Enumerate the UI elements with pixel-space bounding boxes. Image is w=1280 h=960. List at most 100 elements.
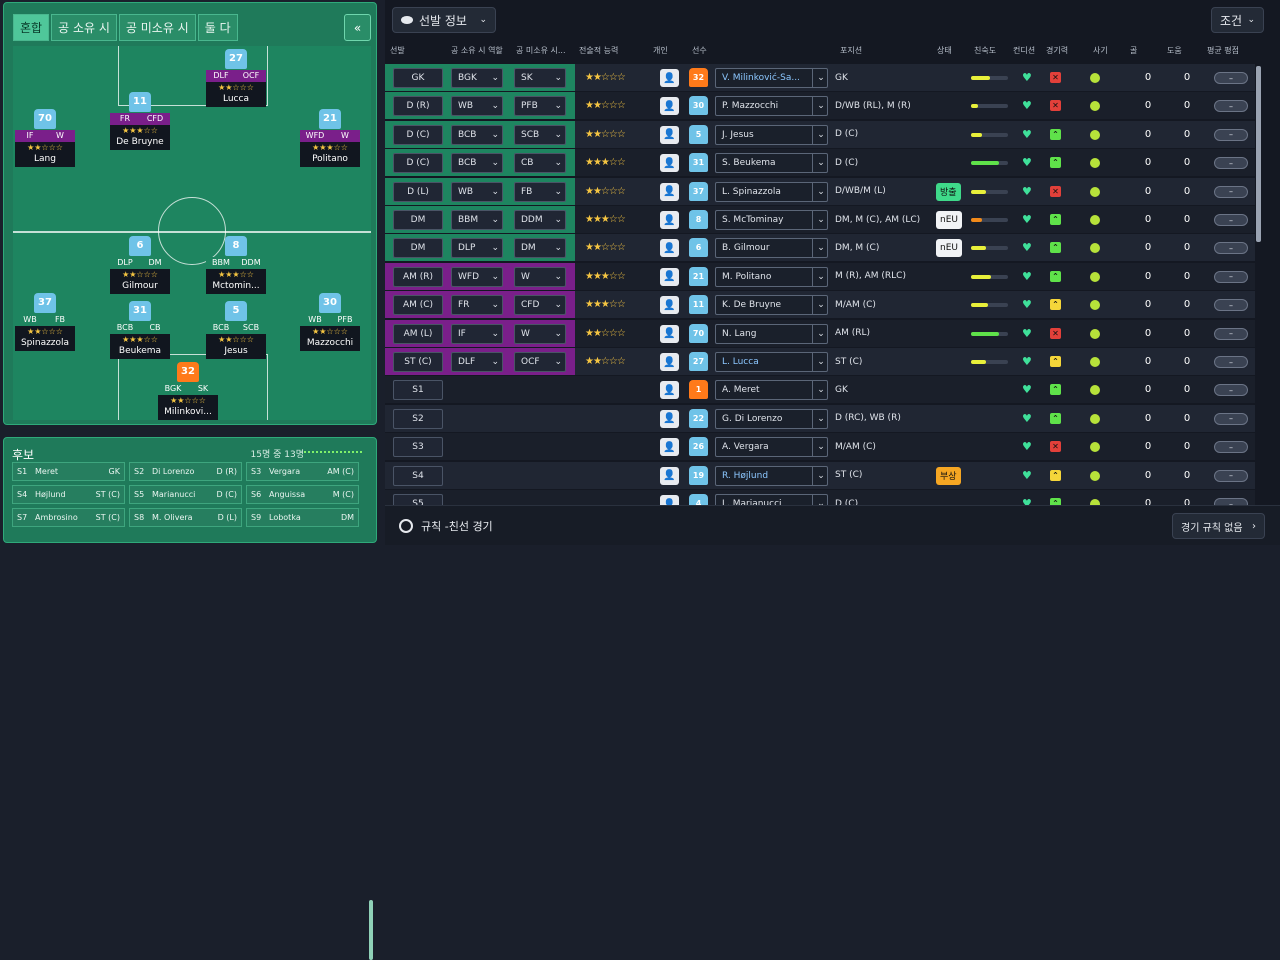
pitch-player[interactable]: 37 WB FB ★★☆☆☆ Spinazzola [15, 293, 75, 351]
lineup-row[interactable]: D (R) WB ⌄ PFB ⌄ ★★☆☆☆ 👤 30 P. Mazzocchi ⌄ D/WB (R… [385, 92, 1255, 120]
ip-role-dropdown[interactable]: DLP ⌄ [451, 238, 503, 259]
person-icon[interactable]: 👤 [660, 182, 679, 201]
oop-role-dropdown[interactable]: CB ⌄ [514, 153, 566, 174]
sub-slot[interactable]: S9 Lobotka DM [246, 508, 359, 527]
lineup-row[interactable]: DM DLP ⌄ DM ⌄ ★★☆☆☆ 👤 6 B. Gilmour ⌄ DM, M (C) nEU ♥… [385, 234, 1255, 262]
lineup-row[interactable]: S1 👤 1 A. Meret ⌄ GK ♥ ⌃ 0 0 – [385, 376, 1255, 404]
ip-role-dropdown[interactable]: BGK ⌄ [451, 68, 503, 88]
subs-scrollbar[interactable] [369, 900, 373, 960]
ip-role-dropdown[interactable]: WFD ⌄ [451, 266, 503, 287]
lineup-row[interactable]: AM (L) IF ⌄ W ⌄ ★★☆☆☆ 👤 70 N. Lang ⌄ AM (RL) ♥ ✕ 0 0– [385, 319, 1255, 347]
lineup-row[interactable]: ST (C) DLF ⌄ OCF ⌄ ★★☆☆☆ 👤 27 L. Lucca ⌄ ST (C) ♥ ⌃ 0… [385, 348, 1255, 375]
slot-button[interactable]: D (C) [393, 153, 443, 174]
chevron-down-icon[interactable]: ⌄ [812, 181, 829, 202]
oop-role-dropdown[interactable]: OCF ⌄ [514, 352, 566, 372]
slot-button[interactable]: ST (C) [393, 352, 443, 372]
person-icon[interactable]: 👤 [660, 211, 679, 229]
slot-button[interactable]: S1 [393, 380, 443, 401]
status-badge[interactable]: 방출 [936, 182, 961, 201]
sub-slot[interactable]: S7 Ambrosino ST (C) [12, 508, 125, 527]
pitch-player[interactable]: 27 DLF OCF ★★☆☆☆ Lucca [206, 49, 266, 107]
ip-role-dropdown[interactable]: FR ⌄ [451, 295, 503, 316]
oop-role-dropdown[interactable]: CFD ⌄ [514, 295, 566, 316]
oop-role-dropdown[interactable]: SCB ⌄ [514, 124, 566, 145]
tab-out-of-possession[interactable]: 공 미소유 시 [118, 14, 196, 41]
sub-slot[interactable]: S2 Di Lorenzo D (R) [129, 462, 242, 481]
lineup-row[interactable]: D (C) BCB ⌄ SCB ⌄ ★★☆☆☆ 👤 5 J. Jesus ⌄ D (C) ♥ ⌃ 0 0 – [385, 120, 1255, 148]
pitch-player[interactable]: 6 DLP DM ★★☆☆☆ Gilmour [110, 236, 170, 294]
chevron-down-icon[interactable]: ⌄ [812, 68, 829, 88]
lineup-row[interactable]: S3 👤 26 A. Vergara ⌄ M/AM (C) ♥ ✕ 0 0 – [385, 433, 1255, 461]
pitch-player[interactable]: 8 BBM DDM ★★★☆☆ Mctomin... [206, 236, 266, 294]
person-icon[interactable]: 👤 [660, 267, 679, 286]
table-scrollbar[interactable] [1256, 66, 1261, 242]
sub-slot[interactable]: S3 Vergara AM (C) [246, 462, 359, 481]
chevron-down-icon[interactable]: ⌄ [812, 238, 829, 259]
sub-slot[interactable]: S4 Højlund ST (C) [12, 485, 125, 504]
lineup-row[interactable]: D (C) BCB ⌄ CB ⌄ ★★★☆☆ 👤 31 S. Beukema ⌄ D (C) ♥ ⌃ 0 0… [385, 149, 1255, 177]
person-icon[interactable]: 👤 [660, 466, 679, 485]
oop-role-dropdown[interactable]: W ⌄ [514, 323, 566, 344]
sub-slot[interactable]: S1 Meret GK [12, 462, 125, 481]
slot-button[interactable]: D (C) [393, 124, 443, 145]
person-icon[interactable]: 👤 [660, 239, 679, 258]
pitch-player[interactable]: 5 BCB SCB ★★☆☆☆ Jesus [206, 301, 266, 359]
oop-role-dropdown[interactable]: DDM ⌄ [514, 210, 566, 230]
chevron-down-icon[interactable]: ⌄ [812, 437, 829, 458]
slot-button[interactable]: S3 [393, 437, 443, 458]
chevron-down-icon[interactable]: ⌄ [812, 96, 829, 117]
chevron-down-icon[interactable]: ⌄ [812, 153, 829, 174]
chevron-down-icon[interactable]: ⌄ [812, 124, 829, 145]
lineup-row[interactable]: GK BGK ⌄ SK ⌄ ★★☆☆☆ 👤 32 V. Milinković-Sa... ⌄ GK ♥… [385, 64, 1255, 91]
slot-button[interactable]: AM (R) [393, 266, 443, 287]
slot-button[interactable]: DM [393, 238, 443, 259]
lineup-row[interactable]: D (L) WB ⌄ FB ⌄ ★★☆☆☆ 👤 37 L. Spinazzola ⌄ D/WB/M … [385, 177, 1255, 205]
tab-mixed[interactable]: 혼합 [13, 14, 50, 41]
oop-role-dropdown[interactable]: W ⌄ [514, 266, 566, 287]
person-icon[interactable]: 👤 [660, 495, 679, 505]
ip-role-dropdown[interactable]: DLF ⌄ [451, 352, 503, 372]
status-badge[interactable]: nEU [936, 211, 962, 229]
sub-slot[interactable]: S6 Anguissa M (C) [246, 485, 359, 504]
chevron-down-icon[interactable]: ⌄ [812, 352, 829, 372]
chevron-down-icon[interactable]: ⌄ [812, 380, 829, 401]
sub-slot[interactable]: S8 M. Olivera D (L) [129, 508, 242, 527]
ip-role-dropdown[interactable]: BCB ⌄ [451, 124, 503, 145]
person-icon[interactable]: 👤 [660, 353, 679, 371]
lineup-row[interactable]: S2 👤 22 G. Di Lorenzo ⌄ D (RC), WB (R) ♥ ⌃ 0 0 – [385, 404, 1255, 432]
chevron-down-icon[interactable]: ⌄ [812, 408, 829, 429]
pitch-player[interactable]: 31 BCB CB ★★★☆☆ Beukema [110, 301, 170, 359]
pitch-player[interactable]: 11 FR CFD ★★★☆☆ De Bruyne [110, 92, 170, 150]
person-icon[interactable]: 👤 [660, 97, 679, 116]
slot-button[interactable]: S4 [393, 465, 443, 486]
slot-button[interactable]: DM [393, 210, 443, 230]
chevron-down-icon[interactable]: ⌄ [812, 210, 829, 230]
lineup-row[interactable]: DM BBM ⌄ DDM ⌄ ★★★☆☆ 👤 8 S. McTominay ⌄ DM, M (C),… [385, 206, 1255, 233]
person-icon[interactable]: 👤 [660, 438, 679, 457]
slot-button[interactable]: S2 [393, 408, 443, 429]
slot-button[interactable]: AM (C) [393, 295, 443, 316]
pitch-player[interactable]: 30 WB PFB ★★☆☆☆ Mazzocchi [300, 293, 360, 351]
pitch-player[interactable]: 70 IF W ★★☆☆☆ Lang [15, 109, 75, 167]
pitch-player[interactable]: 21 WFD W ★★★☆☆ Politano [300, 109, 360, 167]
ip-role-dropdown[interactable]: IF ⌄ [451, 323, 503, 344]
person-icon[interactable]: 👤 [660, 296, 679, 315]
slot-button[interactable]: D (L) [393, 181, 443, 202]
chevron-down-icon[interactable]: ⌄ [812, 494, 829, 505]
status-badge[interactable]: nEU [936, 239, 962, 258]
slot-button[interactable]: GK [393, 68, 443, 88]
person-icon[interactable]: 👤 [660, 69, 679, 87]
person-icon[interactable]: 👤 [660, 381, 679, 400]
ip-role-dropdown[interactable]: BBM ⌄ [451, 210, 503, 230]
tab-both[interactable]: 둘 다 [197, 14, 238, 41]
ip-role-dropdown[interactable]: BCB ⌄ [451, 153, 503, 174]
slot-button[interactable]: S5 [393, 494, 443, 505]
lineup-row[interactable]: AM (C) FR ⌄ CFD ⌄ ★★★☆☆ 👤 11 K. De Bruyne ⌄ M/AM (… [385, 291, 1255, 319]
chevron-down-icon[interactable]: ⌄ [812, 266, 829, 287]
person-icon[interactable]: 👤 [660, 409, 679, 428]
sub-slot[interactable]: S5 Marianucci D (C) [129, 485, 242, 504]
oop-role-dropdown[interactable]: PFB ⌄ [514, 96, 566, 117]
slot-button[interactable]: D (R) [393, 96, 443, 117]
oop-role-dropdown[interactable]: SK ⌄ [514, 68, 566, 88]
pitch-player[interactable]: 32 BGK SK ★★☆☆☆ Milinkovi... [158, 362, 218, 420]
